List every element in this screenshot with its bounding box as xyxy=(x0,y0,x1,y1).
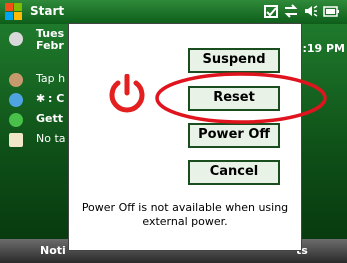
power-off-button[interactable]: Power Off xyxy=(188,123,280,148)
suspend-button[interactable]: Suspend xyxy=(188,48,280,73)
owner-icon xyxy=(9,73,23,87)
wireless-icon xyxy=(9,93,23,107)
windows-flag-icon[interactable] xyxy=(5,3,22,20)
tasks-icon xyxy=(9,133,23,147)
cancel-button[interactable]: Cancel xyxy=(188,160,280,185)
time-display: 1:19 PM xyxy=(294,42,345,55)
system-tray xyxy=(263,3,339,19)
list-item-label: : C xyxy=(48,92,65,105)
title-bar: Start xyxy=(0,0,347,24)
reset-button[interactable]: Reset xyxy=(188,86,280,111)
volume-icon[interactable] xyxy=(303,3,319,19)
list-item-label: No ta xyxy=(36,132,66,145)
getting-started-icon xyxy=(9,113,23,127)
date-line-2: Febr xyxy=(36,39,64,52)
power-icon xyxy=(109,74,145,113)
battery-icon[interactable] xyxy=(323,3,339,19)
bluetooth-icon: ✱ xyxy=(36,92,46,105)
clock-icon xyxy=(9,32,23,46)
start-menu-label[interactable]: Start xyxy=(30,4,64,18)
power-dialog: Suspend Reset Power Off Cancel Power Off… xyxy=(68,23,302,251)
left-soft-key[interactable]: Noti xyxy=(40,244,66,257)
signal-icon[interactable] xyxy=(263,3,279,19)
connectivity-icon[interactable] xyxy=(283,3,299,19)
power-off-note: Power Off is not available when using ex… xyxy=(81,201,289,228)
list-item-label: Tap h xyxy=(36,72,66,85)
list-item-label: Gett xyxy=(36,112,64,125)
